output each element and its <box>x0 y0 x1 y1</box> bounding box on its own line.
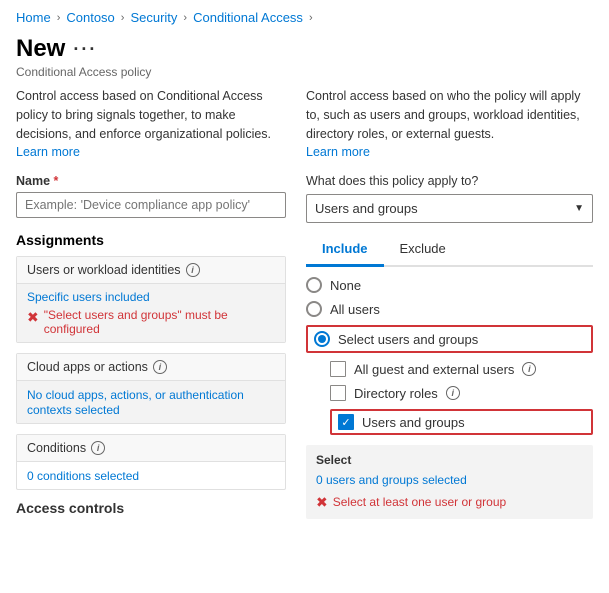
identities-info-icon[interactable]: i <box>186 263 200 277</box>
dots-menu-button[interactable]: ··· <box>73 39 97 60</box>
cloud-apps-box-body: No cloud apps, actions, or authenticatio… <box>17 381 285 423</box>
breadcrumb: Home › Contoso › Security › Conditional … <box>0 0 609 31</box>
cloud-apps-info-icon[interactable]: i <box>153 360 167 374</box>
radio-circle-all-users <box>306 301 322 317</box>
left-description: Control access based on Conditional Acce… <box>16 87 286 162</box>
policy-applies-dropdown[interactable]: Users and groups ▼ <box>306 194 593 223</box>
select-section: Select 0 users and groups selected ✖ Sel… <box>306 445 593 519</box>
checkbox-users-groups[interactable]: Users and groups <box>330 409 593 435</box>
breadcrumb-sep-2: › <box>121 12 125 24</box>
access-controls-title: Access controls <box>16 500 286 516</box>
checkbox-users-groups-label: Users and groups <box>362 415 465 430</box>
error-circle-icon: ✖ <box>27 309 39 326</box>
radio-circle-select-users <box>314 331 330 347</box>
page-header: New ··· Conditional Access policy <box>0 31 609 87</box>
checkbox-directory-roles-box[interactable] <box>330 385 346 401</box>
radio-none-label: None <box>330 278 361 293</box>
directory-roles-info-icon[interactable]: i <box>446 386 460 400</box>
include-exclude-tabs: Include Exclude <box>306 235 593 267</box>
identities-sub: Specific users included <box>27 290 275 304</box>
identities-error-text: "Select users and groups" must be config… <box>44 308 275 336</box>
identities-box: Users or workload identities i Specific … <box>16 256 286 343</box>
radio-select-users-groups[interactable]: Select users and groups <box>306 325 593 353</box>
select-error-icon: ✖ <box>316 494 328 511</box>
conditions-box: Conditions i 0 conditions selected <box>16 434 286 490</box>
page-subtitle: Conditional Access policy <box>16 65 593 79</box>
select-error-text: Select at least one user or group <box>333 495 506 509</box>
checkbox-directory-roles[interactable]: Directory roles i <box>330 385 593 401</box>
breadcrumb-home[interactable]: Home <box>16 10 51 25</box>
tab-include[interactable]: Include <box>306 235 384 267</box>
breadcrumb-contoso[interactable]: Contoso <box>66 10 114 25</box>
select-label: Select <box>316 453 583 467</box>
cloud-apps-box-header[interactable]: Cloud apps or actions i <box>17 354 285 381</box>
dropdown-label: What does this policy apply to? <box>306 174 593 188</box>
checkbox-directory-roles-label: Directory roles <box>354 386 438 401</box>
right-description: Control access based on who the policy w… <box>306 87 593 162</box>
name-input[interactable] <box>16 192 286 218</box>
select-error: ✖ Select at least one user or group <box>316 493 583 511</box>
breadcrumb-sep-4: › <box>309 12 313 24</box>
page-title-text: New <box>16 35 65 63</box>
checkbox-guest-external-label: All guest and external users <box>354 362 514 377</box>
identities-box-header[interactable]: Users or workload identities i <box>17 257 285 284</box>
radio-circle-none <box>306 277 322 293</box>
checkbox-guest-external[interactable]: All guest and external users i <box>330 361 593 377</box>
checkbox-group: All guest and external users i Directory… <box>330 361 593 435</box>
right-learn-more-link[interactable]: Learn more <box>306 145 370 159</box>
checkbox-users-groups-box[interactable] <box>338 414 354 430</box>
breadcrumb-sep-3: › <box>183 12 187 24</box>
identities-box-body: Specific users included ✖ "Select users … <box>17 284 285 342</box>
radio-select-users-label: Select users and groups <box>338 332 478 347</box>
guest-external-info-icon[interactable]: i <box>522 362 536 376</box>
assignments-title: Assignments <box>16 232 286 248</box>
dropdown-arrow-icon: ▼ <box>574 203 584 214</box>
conditions-box-header[interactable]: Conditions i <box>17 435 285 462</box>
conditions-link[interactable]: 0 conditions selected <box>27 469 139 483</box>
conditions-info-icon[interactable]: i <box>91 441 105 455</box>
conditions-box-body: 0 conditions selected <box>17 462 285 489</box>
left-panel: Control access based on Conditional Acce… <box>16 87 286 519</box>
tab-exclude[interactable]: Exclude <box>384 235 462 267</box>
dropdown-value: Users and groups <box>315 201 418 216</box>
name-field-label: Name * <box>16 174 286 188</box>
breadcrumb-conditional-access[interactable]: Conditional Access <box>193 10 303 25</box>
radio-all-users[interactable]: All users <box>306 301 593 317</box>
cloud-apps-box: Cloud apps or actions i No cloud apps, a… <box>16 353 286 424</box>
identities-error: ✖ "Select users and groups" must be conf… <box>27 308 275 336</box>
breadcrumb-sep-1: › <box>57 12 61 24</box>
right-panel: Control access based on who the policy w… <box>306 87 593 519</box>
checkbox-guest-external-box[interactable] <box>330 361 346 377</box>
cloud-apps-text: No cloud apps, actions, or authenticatio… <box>27 388 244 417</box>
radio-none[interactable]: None <box>306 277 593 293</box>
select-users-link[interactable]: 0 users and groups selected <box>316 473 583 487</box>
required-star: * <box>54 174 59 188</box>
radio-all-users-label: All users <box>330 302 380 317</box>
left-learn-more-link[interactable]: Learn more <box>16 145 80 159</box>
breadcrumb-security[interactable]: Security <box>130 10 177 25</box>
